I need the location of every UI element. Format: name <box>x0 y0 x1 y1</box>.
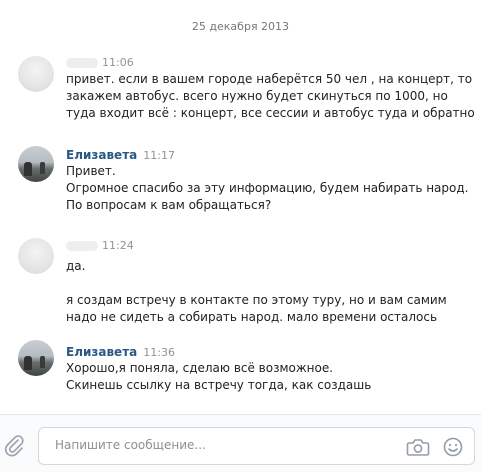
message-composer <box>0 414 481 472</box>
message-header: Елизавета 11:36 <box>66 345 175 359</box>
message-input-box[interactable] <box>38 427 475 465</box>
message-input[interactable] <box>53 437 387 453</box>
message-header: Елизавета 11:17 <box>66 148 175 162</box>
author-name[interactable]: Елизавета <box>66 148 137 162</box>
message-text: привет. если в вашем городе наберётся 50… <box>66 72 475 120</box>
author-name[interactable]: Елизавета <box>66 345 137 359</box>
date-separator: 25 декабря 2013 <box>191 20 290 33</box>
author-name[interactable] <box>66 57 98 68</box>
message-header: 11:06 <box>66 55 134 69</box>
avatar[interactable] <box>18 146 54 182</box>
message-text: да. я создам встречу в контакте по этому… <box>66 259 447 324</box>
message-time[interactable]: 11:06 <box>102 56 134 69</box>
avatar[interactable] <box>18 56 54 92</box>
message-time[interactable]: 11:17 <box>143 149 175 162</box>
camera-icon[interactable] <box>406 437 430 461</box>
message-time[interactable]: 11:36 <box>143 346 175 359</box>
avatar[interactable] <box>18 340 54 376</box>
message-text: Хорошо,я поняла, сделаю всё возможное. С… <box>66 361 372 392</box>
smile-icon[interactable] <box>442 436 464 462</box>
message-text: Привет. Огромное спасибо за эту информац… <box>66 164 469 212</box>
message-time[interactable]: 11:24 <box>102 239 134 252</box>
paperclip-icon[interactable] <box>3 433 25 461</box>
author-name[interactable] <box>66 240 98 251</box>
avatar[interactable] <box>18 238 54 274</box>
message-header: 11:24 <box>66 238 134 252</box>
